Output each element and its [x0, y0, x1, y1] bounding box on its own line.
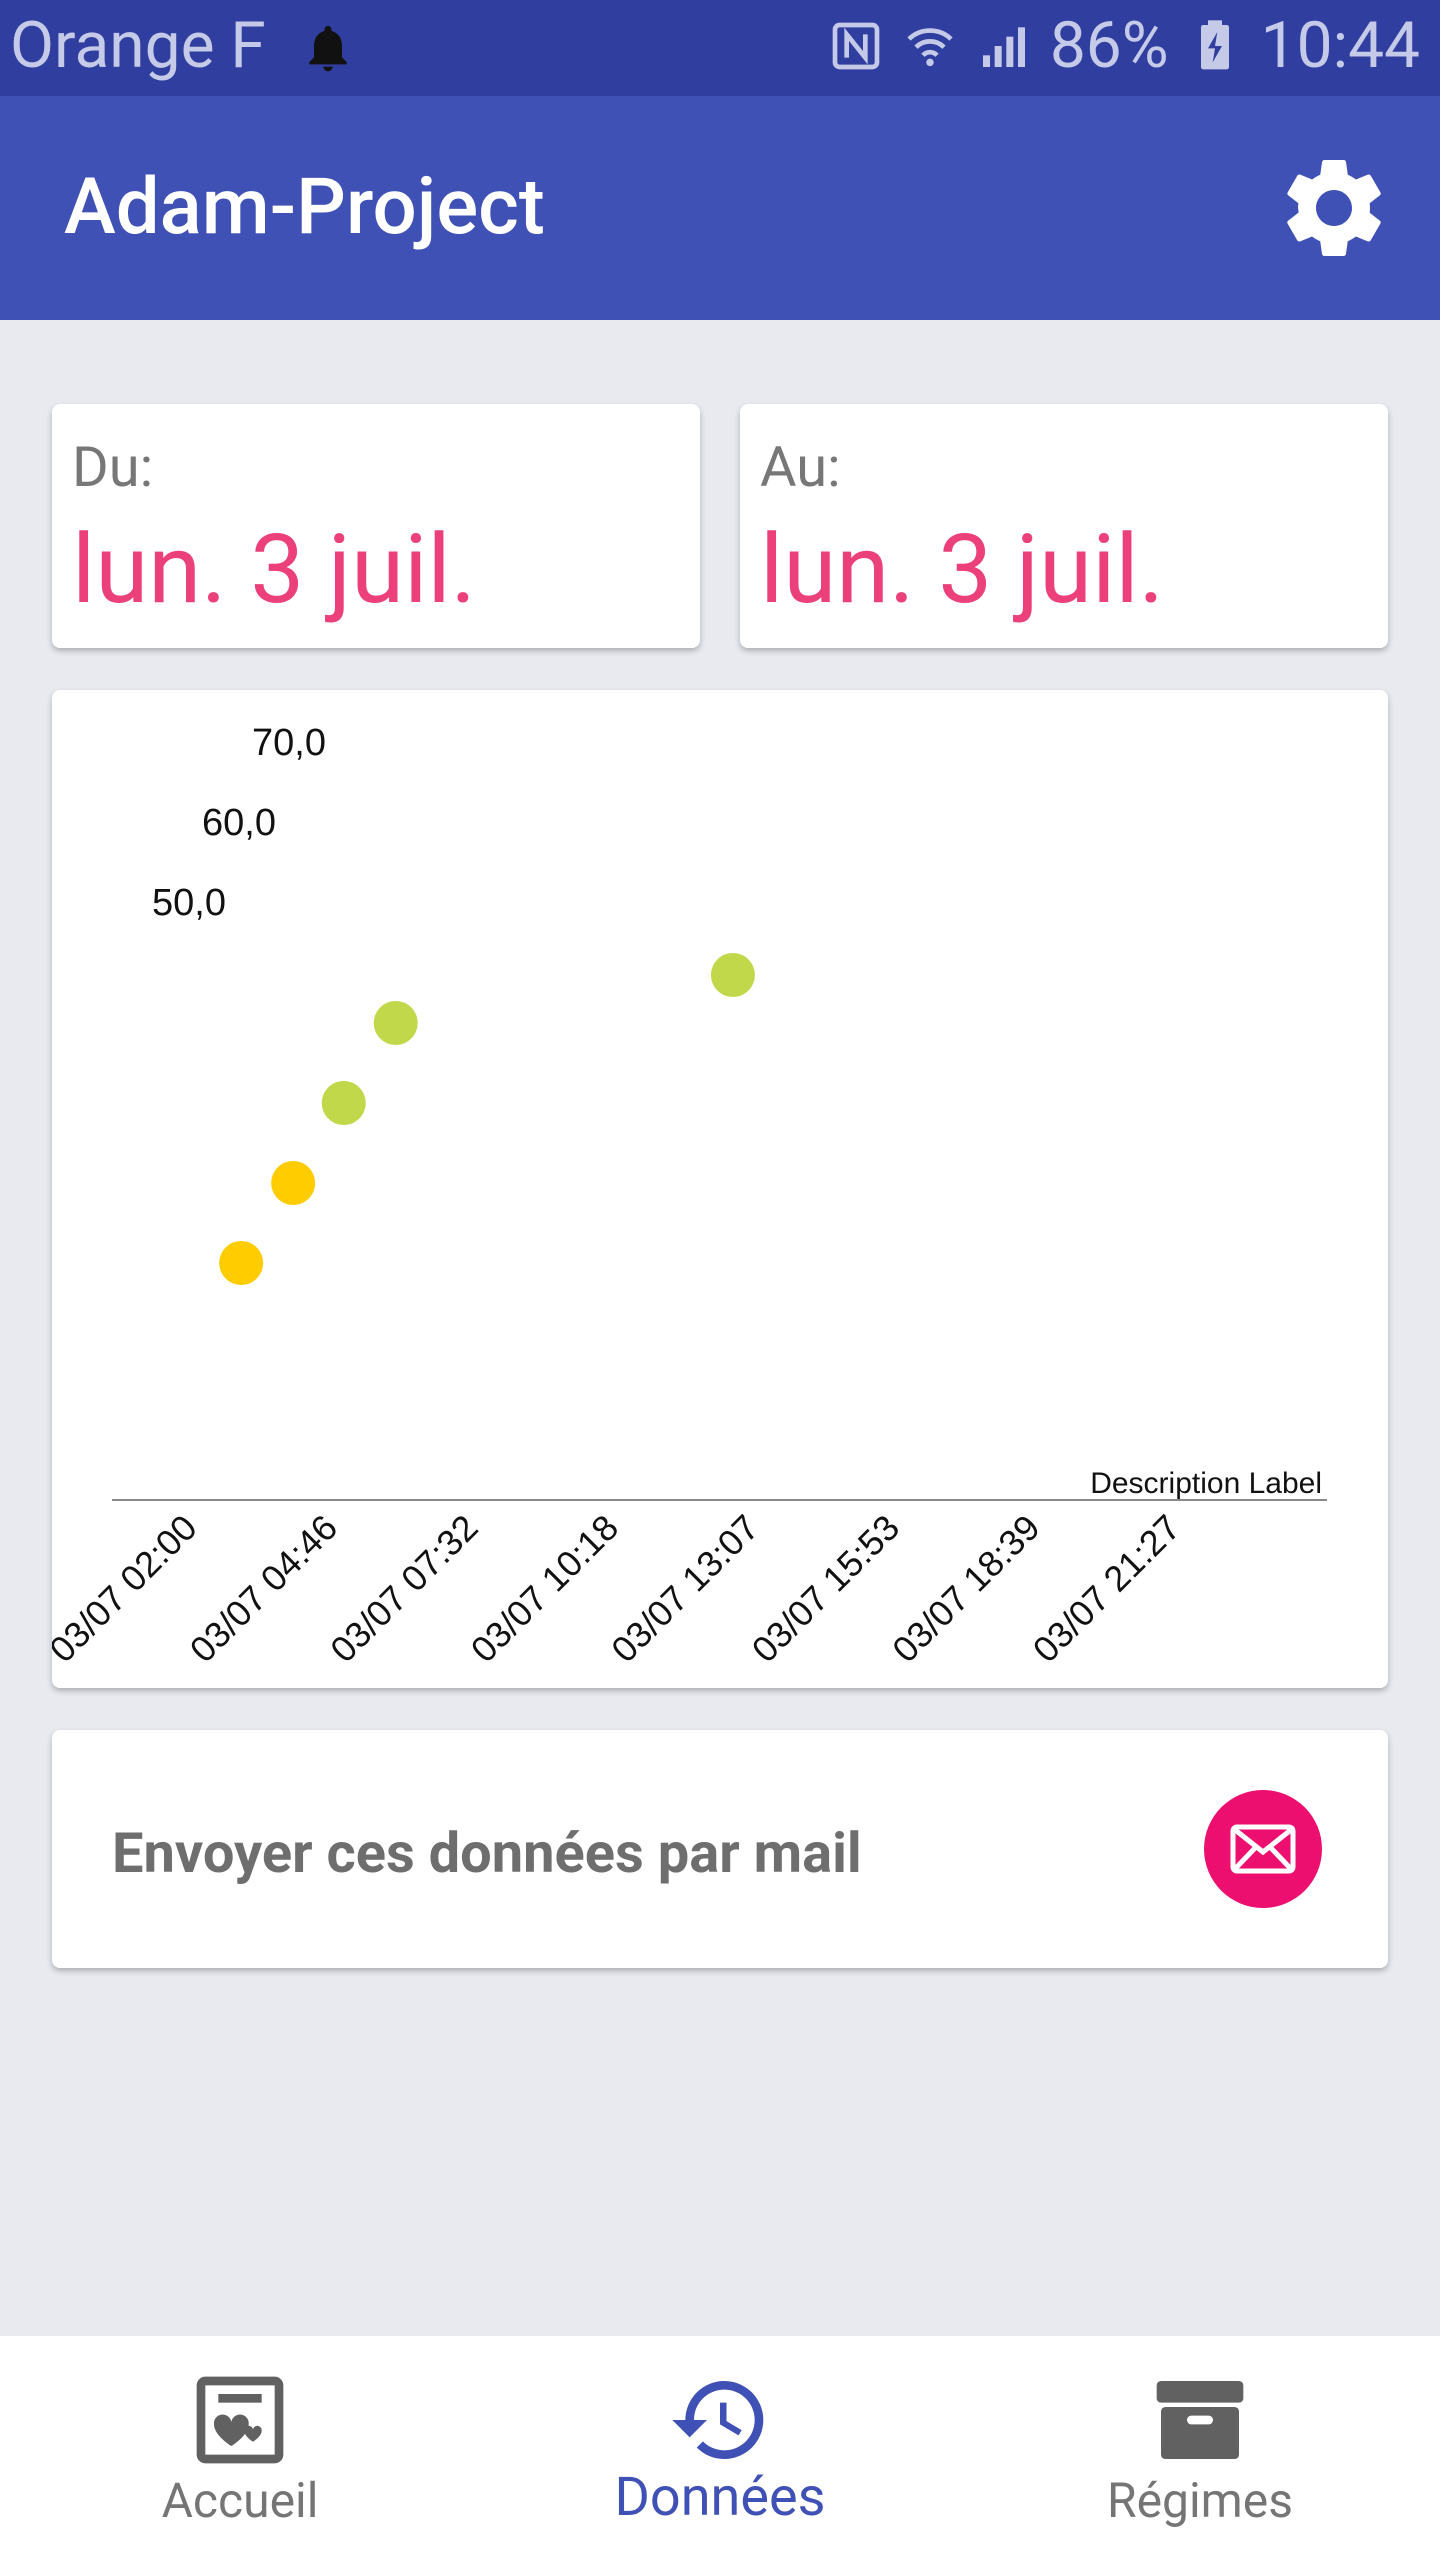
journal-heart-icon	[196, 2376, 284, 2464]
battery-icon	[1200, 19, 1229, 69]
y-tick-label: 70,0	[252, 722, 326, 764]
nav-item-donnees[interactable]: Données	[480, 2336, 960, 2560]
nav-item-regimes[interactable]: Régimes	[960, 2336, 1440, 2560]
x-tick-label: 03/07 07:32	[322, 1507, 485, 1670]
app-title: Adam-Project	[64, 162, 545, 253]
date-to-value: lun. 3 juil.	[760, 514, 1165, 626]
data-point[interactable]	[219, 1241, 264, 1285]
wifi-icon	[907, 27, 953, 66]
chart-card: Description Label 50,0 60,0 70,0 03/07 02:00…	[41, 690, 1388, 1688]
send-mail-button[interactable]	[1204, 1790, 1322, 1908]
app-bar: Adam-Project	[0, 96, 1440, 320]
x-tick-label: 03/07 02:00	[52, 1507, 205, 1670]
mail-card[interactable]: Envoyer ces données par mail	[52, 1730, 1388, 1968]
nav-label-regimes: Régimes	[1107, 2472, 1293, 2529]
chart-description-label: Description Label	[1090, 1467, 1322, 1500]
history-icon	[672, 2381, 764, 2459]
x-tick-label: 03/07 21:27	[1025, 1507, 1188, 1670]
y-tick-label: 60,0	[202, 802, 276, 844]
date-from-card[interactable]: Du: lun. 3 juil.	[52, 404, 700, 648]
status-bar: Orange F 86% 10:44	[0, 0, 1440, 96]
date-from-value: lun. 3 juil.	[72, 514, 477, 626]
x-tick-label: 03/07 13:07	[603, 1507, 766, 1670]
nav-item-accueil[interactable]: Accueil	[0, 2336, 480, 2560]
data-point[interactable]	[710, 953, 755, 997]
x-tick-label: 03/07 10:18	[463, 1507, 626, 1670]
battery-percentage: 86%	[1049, 8, 1169, 83]
nfc-icon	[832, 22, 880, 69]
x-tick-label: 03/07 15:53	[744, 1507, 907, 1670]
date-to-label: Au:	[760, 434, 841, 500]
signal-icon	[982, 26, 1025, 67]
notification-bell-icon	[309, 25, 347, 72]
data-point[interactable]	[321, 1081, 366, 1125]
scatter-chart[interactable]: Description Label 50,0 60,0 70,0 03/07 02:00…	[41, 690, 1388, 1688]
archive-box-icon	[1156, 2381, 1244, 2459]
mail-label: Envoyer ces données par mail	[112, 1820, 862, 1886]
date-from-label: Du:	[72, 434, 154, 500]
mail-icon	[1230, 1824, 1296, 1874]
x-tick-label: 03/07 04:46	[182, 1507, 345, 1670]
date-to-card[interactable]: Au: lun. 3 juil.	[740, 404, 1388, 648]
nav-label-accueil: Accueil	[161, 2472, 319, 2529]
data-point[interactable]	[373, 1001, 418, 1045]
y-tick-label: 50,0	[152, 882, 226, 924]
data-point[interactable]	[271, 1161, 316, 1205]
gear-icon[interactable]	[1274, 148, 1394, 268]
nav-label-donnees: Données	[614, 2466, 826, 2529]
clock: 10:44	[1260, 8, 1420, 83]
x-tick-label: 03/07 18:39	[884, 1507, 1047, 1670]
bottom-navigation: Accueil Données Régimes	[0, 2336, 1440, 2560]
carrier-name: Orange F	[10, 8, 266, 83]
